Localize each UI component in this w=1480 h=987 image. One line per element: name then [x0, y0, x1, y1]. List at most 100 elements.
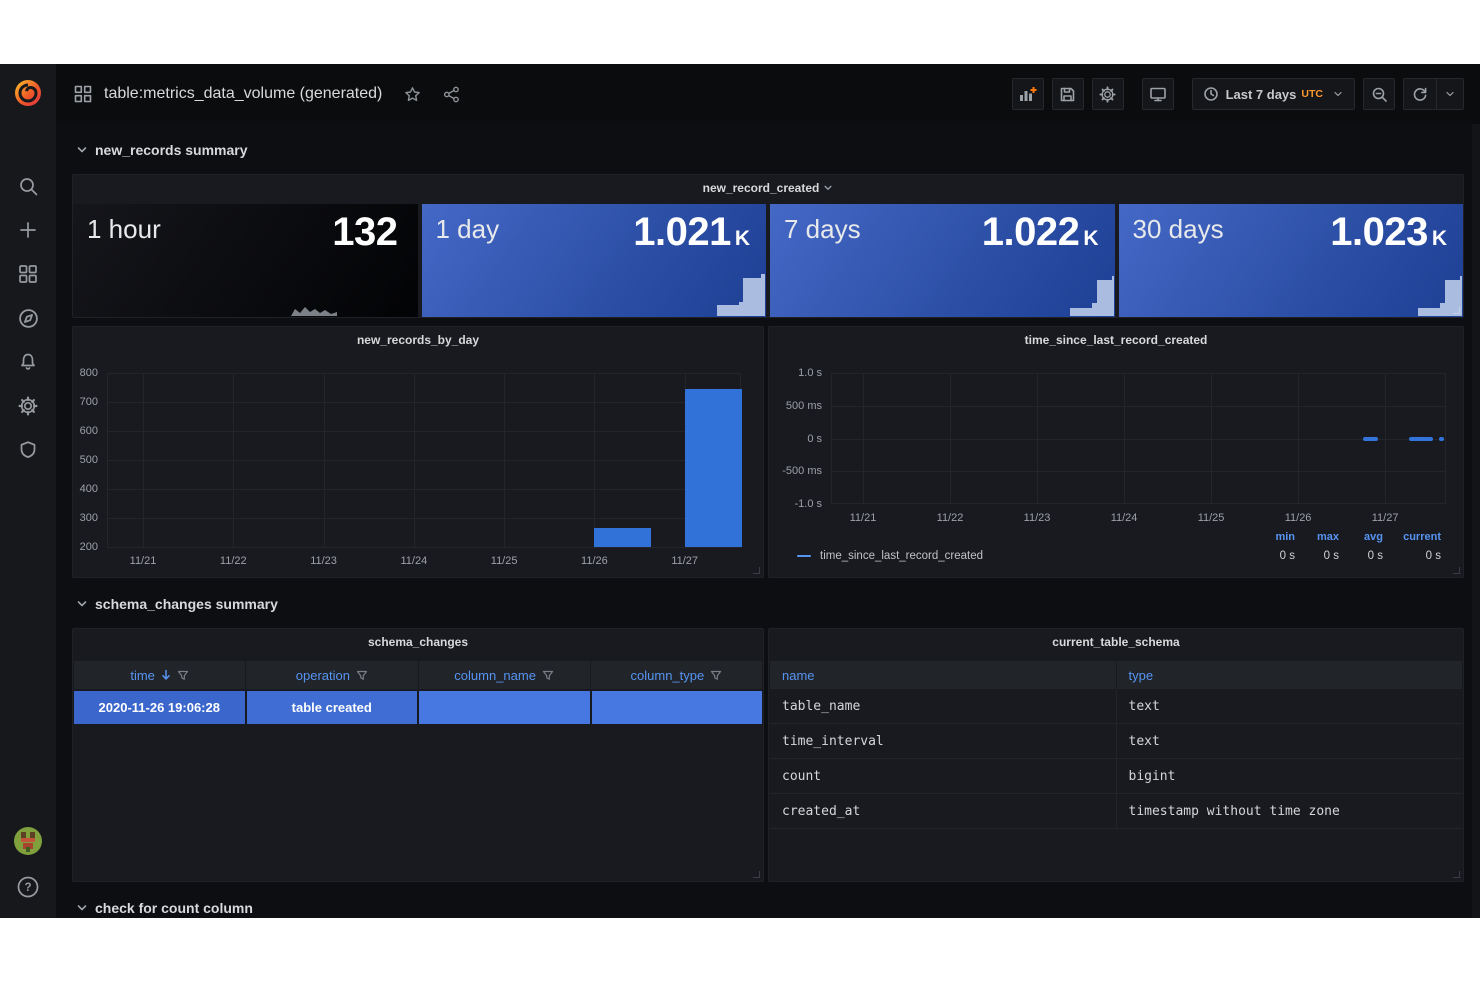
- column-header-time[interactable]: time: [74, 661, 246, 689]
- filter-funnel-icon[interactable]: [356, 670, 368, 681]
- table-row[interactable]: count bigint: [770, 759, 1462, 794]
- share-button[interactable]: [443, 86, 460, 103]
- column-label: column_type: [631, 668, 705, 683]
- x-tick-label: 11/21: [850, 512, 877, 524]
- column-label: time: [130, 668, 155, 683]
- x-tick-label: 11/22: [937, 512, 964, 524]
- legend-stat-header-min[interactable]: min: [1251, 531, 1295, 543]
- y-tick-label: -1.0 s: [794, 498, 822, 510]
- refresh-button-group: [1403, 78, 1464, 110]
- column-header-operation[interactable]: operation: [246, 661, 418, 689]
- filter-funnel-icon[interactable]: [177, 670, 189, 681]
- monitor-icon: [1149, 86, 1167, 103]
- x-tick-label: 11/22: [220, 555, 247, 567]
- y-tick-label: 500 ms: [786, 400, 822, 412]
- star-icon: [404, 86, 421, 103]
- zoom-out-time-button[interactable]: [1363, 78, 1395, 110]
- x-tick-label: 11/26: [581, 555, 608, 567]
- column-header-column-name[interactable]: column_name: [419, 661, 591, 689]
- panel-title-time-since-last-record[interactable]: time_since_last_record_created: [769, 327, 1463, 353]
- cell-name: time_interval: [770, 724, 1117, 758]
- panel-title-new-record-created[interactable]: new_record_created: [73, 175, 1463, 201]
- chevron-down-icon: [76, 144, 88, 156]
- table-header-row: name type: [770, 661, 1462, 689]
- panel-resize-handle[interactable]: [753, 567, 760, 574]
- table-row[interactable]: table_name text: [770, 689, 1462, 724]
- cell-type: timestamp without time zone: [1117, 794, 1463, 828]
- save-dashboard-button[interactable]: [1052, 78, 1084, 110]
- chevron-down-icon: [1444, 88, 1456, 100]
- series-color-dash: [797, 555, 811, 557]
- clock-icon: [1203, 86, 1219, 102]
- row-toggle-check-count-column[interactable]: check for count column: [76, 900, 253, 916]
- sidebar-item-configuration[interactable]: [0, 384, 56, 428]
- table-row[interactable]: 2020-11-26 19:06:28 table created: [74, 691, 762, 724]
- gridline: [107, 373, 108, 547]
- gridline: [950, 373, 951, 504]
- avatar-icon: [13, 826, 43, 856]
- gridline: [1124, 373, 1125, 504]
- time-range-picker[interactable]: Last 7 days UTC: [1192, 78, 1355, 110]
- filter-funnel-icon[interactable]: [710, 670, 722, 681]
- sidebar-item-explore[interactable]: [0, 296, 56, 340]
- panel-resize-handle[interactable]: [753, 871, 760, 878]
- panel-title-schema-changes[interactable]: schema_changes: [73, 629, 763, 655]
- table-row[interactable]: created_at timestamp without time zone: [770, 794, 1462, 829]
- time-series-plot-area[interactable]: 1.0 s500 ms0 s-500 ms-1.0 s11/2111/2211/…: [831, 373, 1446, 504]
- sparkline: [1342, 272, 1462, 316]
- user-avatar[interactable]: [13, 826, 43, 861]
- sidebar-item-search[interactable]: [0, 164, 56, 208]
- y-tick-label: 1.0 s: [798, 367, 822, 379]
- gridline: [107, 518, 741, 519]
- column-header-name[interactable]: name: [770, 661, 1116, 689]
- dashboard-settings-button[interactable]: [1092, 78, 1124, 110]
- favorite-star-button[interactable]: [404, 86, 421, 103]
- series-point: [1439, 437, 1444, 441]
- stat-value: 1.023K: [1330, 210, 1447, 255]
- panel-resize-handle[interactable]: [1453, 307, 1460, 314]
- question-circle-icon: ?: [16, 875, 40, 899]
- sidebar-item-dashboards[interactable]: [0, 252, 56, 296]
- stat-value: 132: [332, 210, 401, 255]
- help-button[interactable]: ?: [16, 875, 40, 904]
- sidebar-item-alerting[interactable]: [0, 340, 56, 384]
- row-toggle-new-records[interactable]: new_records summary: [76, 142, 248, 158]
- compass-icon: [18, 308, 39, 329]
- panel-title-current-table-schema[interactable]: current_table_schema: [769, 629, 1463, 655]
- grafana-logo-icon: [11, 76, 45, 110]
- bar-chart-plot-area[interactable]: 20030040050060070080011/2111/2211/2311/2…: [107, 373, 741, 547]
- legend-stat-header-avg[interactable]: avg: [1339, 531, 1383, 543]
- column-header-column-type[interactable]: column_type: [591, 661, 762, 689]
- add-panel-icon: [1018, 86, 1037, 103]
- sidebar-item-create[interactable]: [0, 208, 56, 252]
- cell-name: count: [770, 759, 1117, 793]
- panel-resize-handle[interactable]: [1453, 567, 1460, 574]
- share-icon: [443, 86, 460, 103]
- gridline: [143, 373, 144, 547]
- refresh-interval-dropdown[interactable]: [1437, 79, 1463, 109]
- bar-11/26: [594, 528, 651, 547]
- legend-stat-header-current[interactable]: current: [1383, 531, 1441, 543]
- gridline: [107, 373, 741, 374]
- panel-title-text: new_records_by_day: [357, 333, 479, 347]
- filter-funnel-icon[interactable]: [542, 670, 554, 681]
- sidebar-item-server-admin[interactable]: [0, 428, 56, 472]
- tv-mode-button[interactable]: [1142, 78, 1174, 110]
- panel-title-new-records-by-day[interactable]: new_records_by_day: [73, 327, 763, 353]
- table-row[interactable]: time_interval text: [770, 724, 1462, 759]
- panel-resize-handle[interactable]: [1453, 871, 1460, 878]
- column-header-type[interactable]: type: [1116, 661, 1463, 689]
- y-tick-label: 0 s: [807, 433, 822, 445]
- row-toggle-schema-changes[interactable]: schema_changes summary: [76, 596, 278, 612]
- zoom-out-icon: [1371, 86, 1388, 103]
- dashboard-title[interactable]: table:metrics_data_volume (generated): [104, 85, 382, 103]
- legend-stat-header-max[interactable]: max: [1295, 531, 1339, 543]
- y-tick-label: 700: [80, 396, 98, 408]
- panel-new-records-by-day: new_records_by_day 200300400500600700800…: [72, 326, 764, 578]
- add-panel-button[interactable]: [1012, 78, 1044, 110]
- vertical-scrollbar[interactable]: [1472, 124, 1480, 918]
- legend-series-item[interactable]: time_since_last_record_created: [797, 550, 1251, 562]
- time-range-label: Last 7 days: [1226, 87, 1297, 102]
- grafana-logo[interactable]: [11, 76, 45, 110]
- refresh-dashboard-button[interactable]: [1404, 79, 1436, 109]
